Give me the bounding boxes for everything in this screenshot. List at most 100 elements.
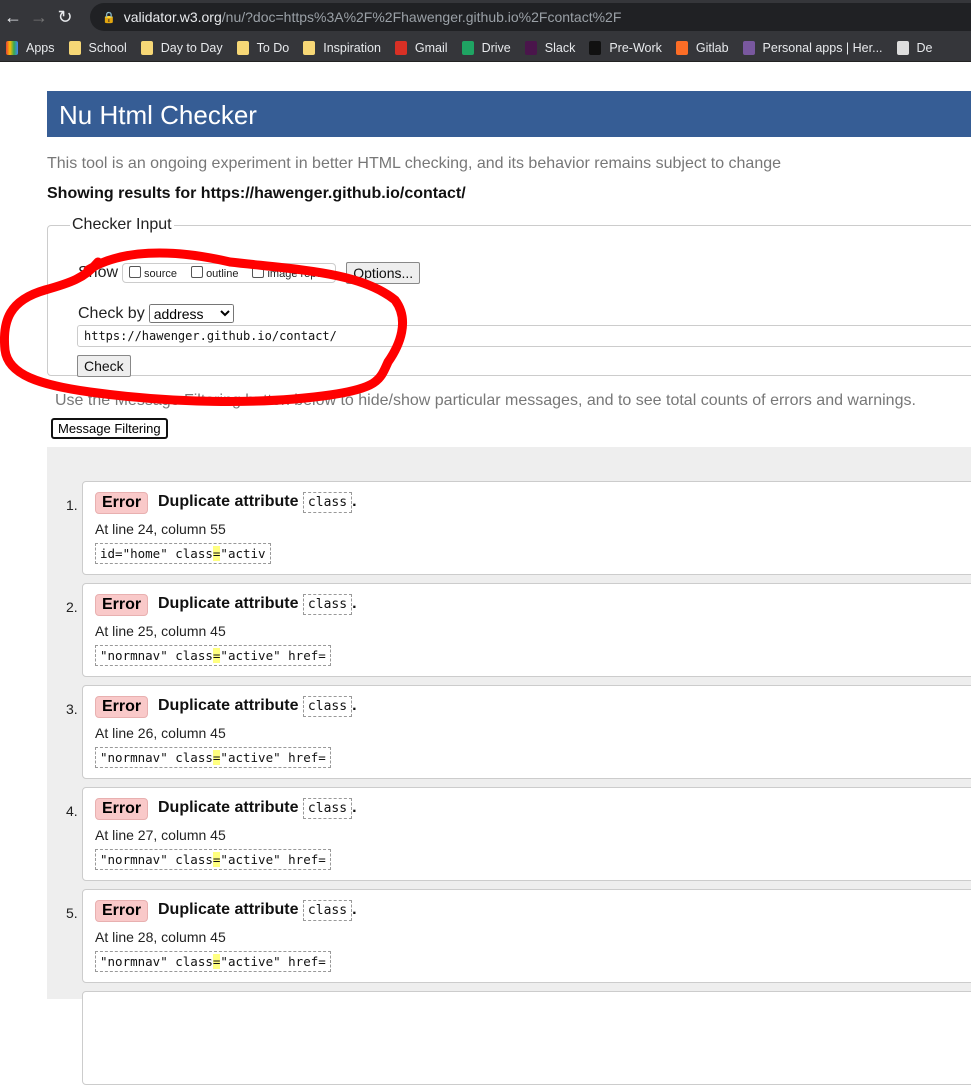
message-text: Duplicate attribute class. xyxy=(158,696,357,717)
outline-checkbox[interactable]: outline xyxy=(191,266,238,280)
check-by-select[interactable]: address xyxy=(148,304,234,323)
message-location: At line 24, column 55 xyxy=(95,521,226,537)
check-button[interactable]: Check xyxy=(77,355,131,377)
message-filtering-button[interactable]: Message Filtering xyxy=(51,418,168,439)
bookmark-school[interactable]: School xyxy=(68,40,127,55)
extract-before: "normnav" class xyxy=(100,750,213,765)
message-item: 5. Error Duplicate attribute class. At l… xyxy=(66,889,971,983)
bookmark-label: Apps xyxy=(26,40,55,55)
url-host: validator.w3.org xyxy=(123,9,222,25)
check-by-label: Check by xyxy=(78,304,145,322)
forward-icon[interactable]: → xyxy=(26,7,52,28)
message-number: 2. xyxy=(66,599,78,615)
message-label: Duplicate attribute xyxy=(158,799,299,816)
error-badge: Error xyxy=(95,594,149,616)
options-button[interactable]: Options... xyxy=(346,262,421,284)
error-badge: Error xyxy=(95,900,149,922)
url-path: /nu/?doc=https%3A%2F%2Fhawenger.github.i… xyxy=(221,9,622,25)
extract-before: id="home" class xyxy=(100,546,213,561)
bookmark-label: Slack xyxy=(544,40,576,55)
page-title: Nu Html Checker xyxy=(47,91,971,137)
message-location: At line 26, column 45 xyxy=(95,725,226,741)
message-text: Duplicate attribute class. xyxy=(158,900,357,921)
message-location: At line 28, column 45 xyxy=(95,929,226,945)
code-extract: id="home" class="activ xyxy=(95,543,271,564)
bookmark-inspiration[interactable]: Inspiration xyxy=(303,40,381,55)
outline-label: outline xyxy=(206,268,239,280)
attribute-code: class xyxy=(302,798,353,819)
checker-input: Checker Input Show source outline image … xyxy=(47,216,971,377)
message-number: 1. xyxy=(66,497,78,513)
bookmark-pre-work[interactable]: Pre-Work xyxy=(589,40,662,55)
source-checkbox[interactable]: source xyxy=(129,266,177,280)
heroku-icon xyxy=(742,40,755,55)
bookmark-slack[interactable]: Slack xyxy=(524,40,576,55)
bookmark-gitlab[interactable]: Gitlab xyxy=(675,40,729,55)
gmail-icon xyxy=(394,40,407,55)
bookmark-gmail[interactable]: Gmail xyxy=(394,40,448,55)
bookmark-label: Drive xyxy=(481,40,511,55)
image-report-checkbox[interactable]: image report xyxy=(252,266,329,280)
attribute-code: class xyxy=(302,900,353,921)
extract-after: "active" href= xyxy=(220,852,326,867)
message-label: Duplicate attribute xyxy=(158,595,299,612)
message-number: 3. xyxy=(66,701,78,717)
attribute-code: class xyxy=(302,594,353,615)
back-icon[interactable]: ← xyxy=(0,7,26,28)
error-badge: Error xyxy=(95,492,149,514)
folder-icon xyxy=(303,40,316,55)
message-number: 5. xyxy=(66,905,78,921)
bookmark-drive[interactable]: Drive xyxy=(461,40,511,55)
url-input[interactable]: https://hawenger.github.io/contact/ xyxy=(77,325,971,347)
show-label: Show xyxy=(78,264,119,281)
bookmark-de[interactable]: De xyxy=(896,40,933,55)
bookmark-label: De xyxy=(916,40,933,55)
bookmark-label: Day to Day xyxy=(160,40,223,55)
folder-icon xyxy=(68,40,81,55)
gitlab-icon xyxy=(675,40,688,55)
extract-before: "normnav" class xyxy=(100,852,213,867)
bookmark-label: Pre-Work xyxy=(609,40,662,55)
address-bar[interactable]: 🔒 validator.w3.org/nu/?doc=https%3A%2F%2F… xyxy=(90,3,971,31)
bookmark-label: Inspiration xyxy=(323,40,381,55)
error-badge: Error xyxy=(95,696,149,718)
bookmark-day-to-day[interactable]: Day to Day xyxy=(140,40,223,55)
filter-hint: Use the Message Filtering button below t… xyxy=(55,392,916,409)
folder-icon xyxy=(140,40,153,55)
code-extract: "normnav" class="active" href= xyxy=(95,747,331,768)
bookmark-label: School xyxy=(88,40,127,55)
reload-icon[interactable]: ↻ xyxy=(52,7,78,28)
intro-text: This tool is an ongoing experiment in be… xyxy=(47,155,782,172)
apps-grid-icon xyxy=(6,40,18,55)
attribute-code: class xyxy=(302,492,353,513)
message-label: Duplicate attribute xyxy=(158,493,299,510)
search-icon xyxy=(896,40,909,55)
extract-before: "normnav" class xyxy=(100,954,213,969)
bookmark-personal-apps-her-[interactable]: Personal apps | Her... xyxy=(742,40,883,55)
message-location: At line 27, column 45 xyxy=(95,827,226,843)
extract-after: "active" href= xyxy=(220,954,326,969)
source-label: source xyxy=(144,268,178,280)
message-number: 4. xyxy=(66,803,78,819)
bookmark-apps[interactable]: Apps xyxy=(6,40,55,55)
attribute-code: class xyxy=(302,696,353,717)
image-report-label: image report xyxy=(267,268,330,280)
code-extract: "normnav" class="active" href= xyxy=(95,645,331,666)
message-item: 4. Error Duplicate attribute class. At l… xyxy=(66,787,971,881)
message-item: 2. Error Duplicate attribute class. At l… xyxy=(66,583,971,677)
slack-icon xyxy=(524,40,537,55)
bookmark-label: Personal apps | Her... xyxy=(762,40,883,55)
message-text: Duplicate attribute class. xyxy=(158,798,357,819)
drive-icon xyxy=(461,40,474,55)
browser-toolbar: ← → ↻ 🔒 validator.w3.org/nu/?doc=https%3A… xyxy=(0,0,971,34)
lock-icon: 🔒 xyxy=(102,11,116,24)
showing-results: Showing results for https://hawenger.git… xyxy=(47,185,466,202)
code-extract: "normnav" class="active" href= xyxy=(95,849,331,870)
extract-after: "activ xyxy=(220,546,266,561)
code-extract: "normnav" class="active" href= xyxy=(95,951,331,972)
message-location: At line 25, column 45 xyxy=(95,623,226,639)
bookmark-to-do[interactable]: To Do xyxy=(236,40,289,55)
extract-before: "normnav" class xyxy=(100,648,213,663)
bookmarks-bar: Apps School Day to Day To Do Inspiration Gmai… xyxy=(0,34,971,62)
message-text: Duplicate attribute class. xyxy=(158,594,357,615)
